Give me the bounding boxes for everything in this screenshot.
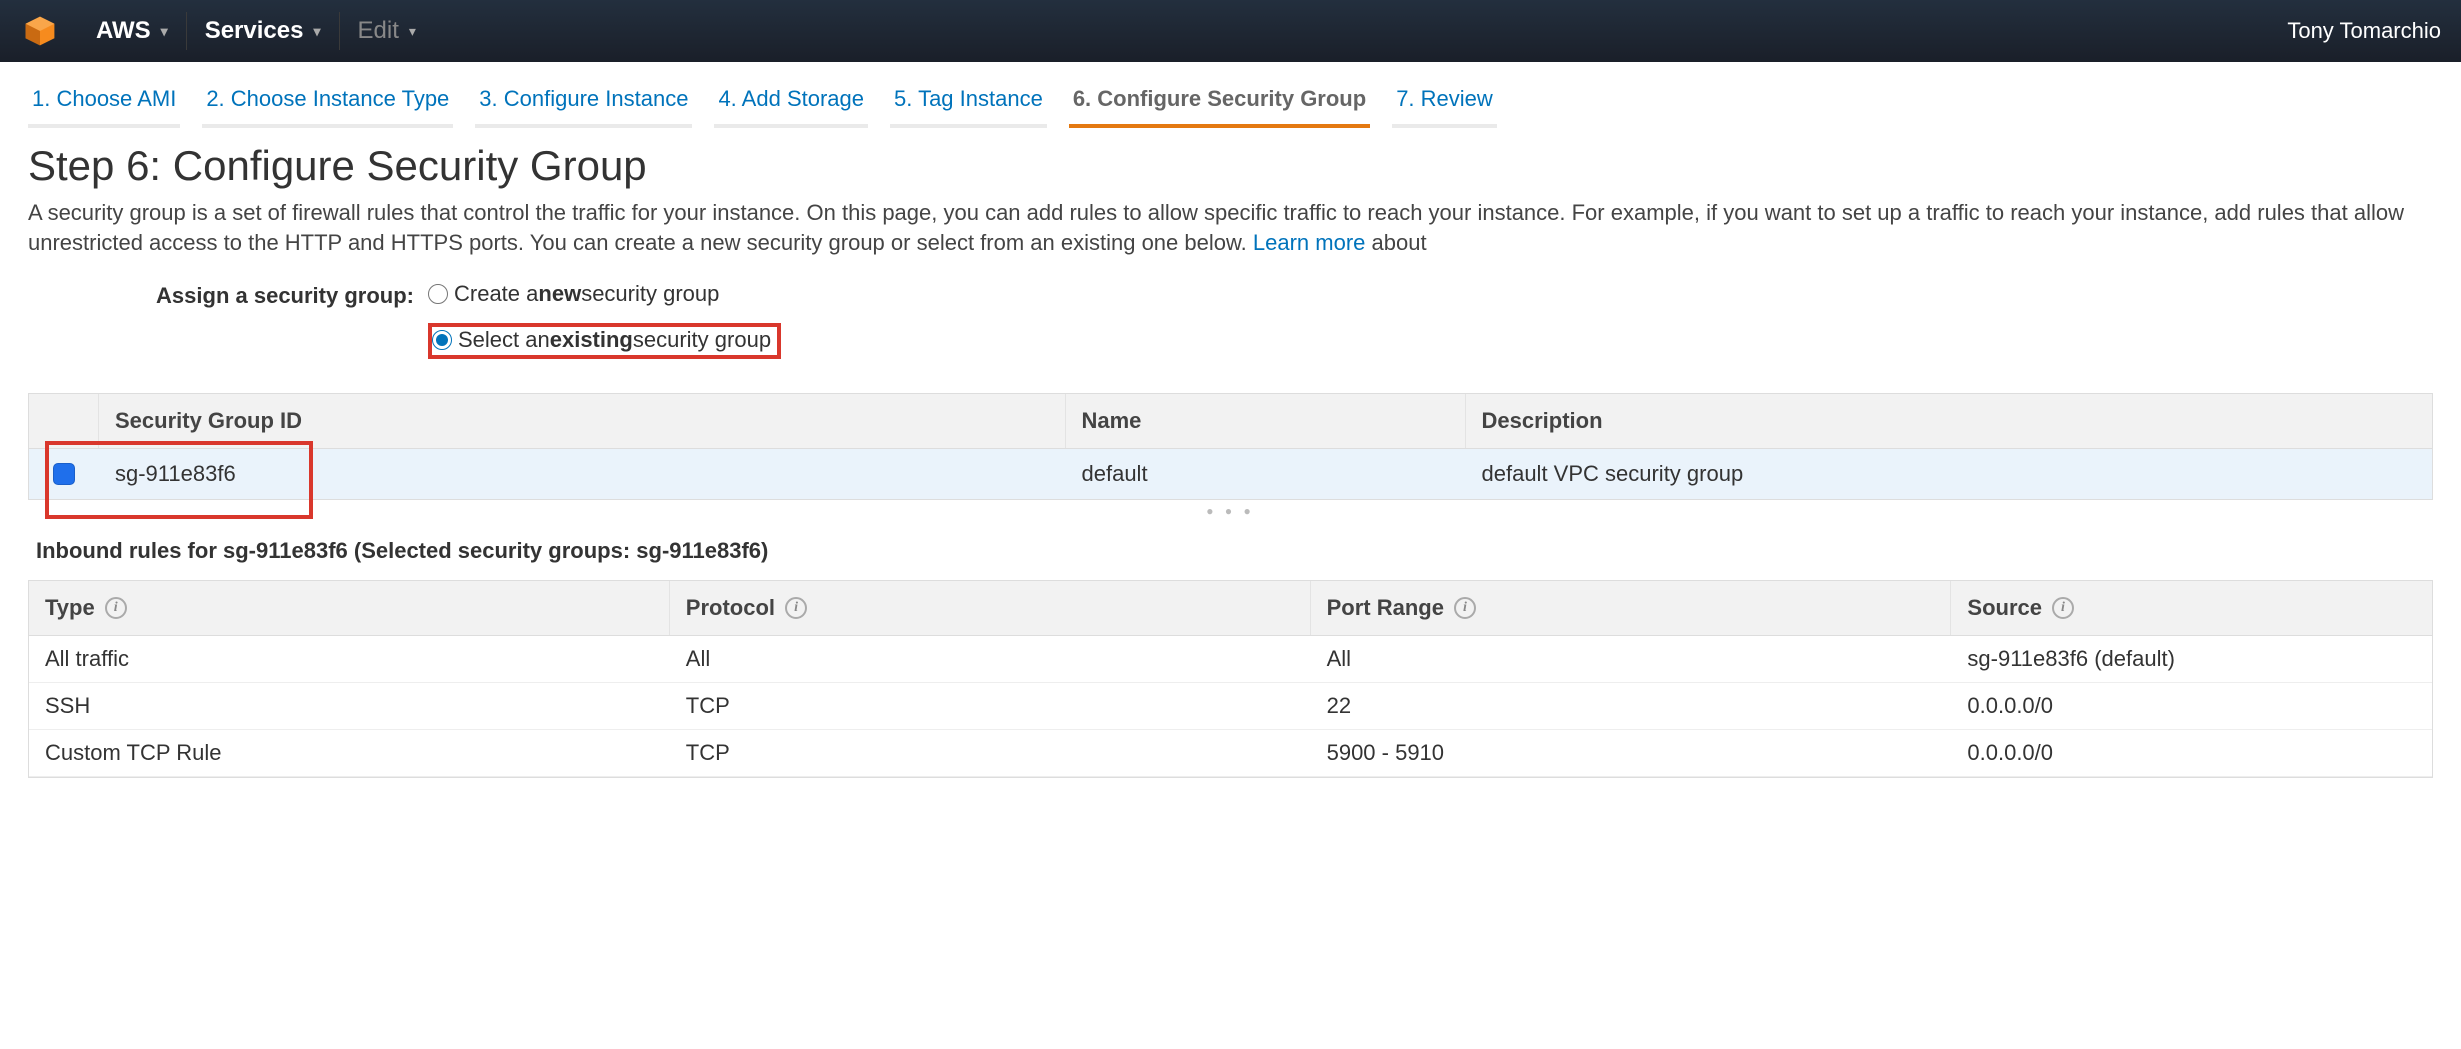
info-icon[interactable]: i bbox=[2052, 597, 2074, 619]
sg-col-name[interactable]: Name bbox=[1066, 394, 1466, 448]
rule-port: 22 bbox=[1311, 683, 1952, 729]
rule-source: 0.0.0.0/0 bbox=[1951, 683, 2432, 729]
wizard-step-label: 5. Tag Instance bbox=[894, 86, 1043, 111]
rules-table-header: Typei Protocoli Port Rangei Sourcei bbox=[29, 581, 2432, 636]
info-icon[interactable]: i bbox=[785, 597, 807, 619]
rules-col-type[interactable]: Typei bbox=[29, 581, 670, 635]
chevron-down-icon: ▾ bbox=[409, 23, 416, 40]
wizard-step-label: 3. Configure Instance bbox=[479, 86, 688, 111]
wizard-step-4[interactable]: 4. Add Storage bbox=[714, 76, 868, 128]
sg-row-checkbox-cell[interactable] bbox=[29, 449, 99, 499]
sg-row-desc: default VPC security group bbox=[1466, 449, 2433, 499]
wizard-step-1[interactable]: 1. Choose AMI bbox=[28, 76, 180, 128]
sg-row-id: sg-911e83f6 bbox=[99, 449, 1066, 499]
highlight-annotation: Select an existing security group bbox=[428, 323, 781, 359]
resize-grip-icon[interactable]: ● ● ● bbox=[28, 500, 2433, 522]
radio-text: security group bbox=[633, 327, 771, 353]
rule-type: All traffic bbox=[29, 636, 670, 682]
col-label: Source bbox=[1967, 595, 2042, 621]
radio-select-existing[interactable]: Select an existing security group bbox=[432, 327, 771, 353]
sg-row-name: default bbox=[1066, 449, 1466, 499]
rule-source: sg-911e83f6 (default) bbox=[1951, 636, 2432, 682]
rule-protocol: All bbox=[670, 636, 1311, 682]
rules-table-row: SSH TCP 22 0.0.0.0/0 bbox=[29, 683, 2432, 730]
nav-edit[interactable]: Edit ▾ bbox=[340, 17, 434, 45]
top-nav: AWS ▾ Services ▾ Edit ▾ Tony Tomarchio bbox=[0, 0, 2461, 62]
desc-text: A security group is a set of firewall ru… bbox=[28, 200, 2404, 255]
radio-text-bold: existing bbox=[550, 327, 633, 353]
sg-col-id[interactable]: Security Group ID bbox=[99, 394, 1066, 448]
inbound-rules-table: Typei Protocoli Port Rangei Sourcei All … bbox=[28, 580, 2433, 778]
wizard-step-6[interactable]: 6. Configure Security Group bbox=[1069, 76, 1370, 128]
wizard-step-7[interactable]: 7. Review bbox=[1392, 76, 1497, 128]
aws-logo-icon[interactable] bbox=[20, 11, 60, 51]
rules-table-row: Custom TCP Rule TCP 5900 - 5910 0.0.0.0/… bbox=[29, 730, 2432, 777]
sg-col-desc[interactable]: Description bbox=[1466, 394, 2433, 448]
learn-more-link[interactable]: Learn more bbox=[1253, 230, 1366, 255]
wizard-step-5[interactable]: 5. Tag Instance bbox=[890, 76, 1047, 128]
nav-services-label: Services bbox=[205, 17, 304, 45]
assign-label: Assign a security group: bbox=[28, 281, 428, 309]
rule-protocol: TCP bbox=[670, 683, 1311, 729]
info-icon[interactable]: i bbox=[105, 597, 127, 619]
chevron-down-icon: ▾ bbox=[161, 23, 168, 40]
security-group-table: Security Group ID Name Description sg-91… bbox=[28, 393, 2433, 500]
nav-services[interactable]: Services ▾ bbox=[187, 17, 339, 45]
radio-text: Create a bbox=[454, 281, 538, 307]
wizard-step-2[interactable]: 2. Choose Instance Type bbox=[202, 76, 453, 128]
col-label: Port Range bbox=[1327, 595, 1444, 621]
col-label: Type bbox=[45, 595, 95, 621]
nav-brand-label: AWS bbox=[96, 17, 151, 45]
wizard-step-label: 6. Configure Security Group bbox=[1073, 86, 1366, 111]
rules-col-protocol[interactable]: Protocol i bbox=[670, 581, 1311, 635]
nav-brand[interactable]: AWS ▾ bbox=[78, 17, 186, 45]
radio-create-new[interactable]: Create a new security group bbox=[428, 281, 2433, 307]
inbound-rules-title: Inbound rules for sg-911e83f6 (Selected … bbox=[28, 522, 2433, 580]
wizard-steps: 1. Choose AMI 2. Choose Instance Type 3.… bbox=[0, 62, 2461, 128]
chevron-down-icon: ▾ bbox=[313, 23, 320, 40]
rule-protocol: TCP bbox=[670, 730, 1311, 776]
radio-select-existing-input[interactable] bbox=[432, 330, 452, 350]
wizard-step-label: 4. Add Storage bbox=[718, 86, 864, 111]
assign-security-group: Assign a security group: Create a new se… bbox=[28, 281, 2433, 359]
desc-text-post: about bbox=[1365, 230, 1426, 255]
rule-type: Custom TCP Rule bbox=[29, 730, 670, 776]
sg-col-checkbox bbox=[29, 394, 99, 448]
nav-edit-label: Edit bbox=[358, 17, 399, 45]
checkbox-checked-icon[interactable] bbox=[53, 463, 75, 485]
sg-table-header: Security Group ID Name Description bbox=[29, 394, 2432, 449]
col-label: Protocol bbox=[686, 595, 775, 621]
wizard-step-label: 7. Review bbox=[1396, 86, 1493, 111]
rule-type: SSH bbox=[29, 683, 670, 729]
nav-user-label: Tony Tomarchio bbox=[2287, 18, 2441, 43]
rules-table-row: All traffic All All sg-911e83f6 (default… bbox=[29, 636, 2432, 683]
wizard-step-label: 2. Choose Instance Type bbox=[206, 86, 449, 111]
rule-source: 0.0.0.0/0 bbox=[1951, 730, 2432, 776]
rule-port: 5900 - 5910 bbox=[1311, 730, 1952, 776]
page-description: A security group is a set of firewall ru… bbox=[28, 198, 2433, 257]
rules-col-source[interactable]: Sourcei bbox=[1951, 581, 2432, 635]
rules-col-port[interactable]: Port Range i bbox=[1311, 581, 1952, 635]
rule-port: All bbox=[1311, 636, 1952, 682]
radio-create-new-input[interactable] bbox=[428, 284, 448, 304]
radio-text-bold: new bbox=[538, 281, 581, 307]
radio-text: Select an bbox=[458, 327, 550, 353]
nav-user[interactable]: Tony Tomarchio bbox=[2287, 18, 2441, 44]
wizard-step-3[interactable]: 3. Configure Instance bbox=[475, 76, 692, 128]
sg-table-row[interactable]: sg-911e83f6 default default VPC security… bbox=[29, 449, 2432, 499]
radio-text: security group bbox=[581, 281, 719, 307]
page-content: Step 6: Configure Security Group A secur… bbox=[0, 128, 2461, 806]
info-icon[interactable]: i bbox=[1454, 597, 1476, 619]
page-title: Step 6: Configure Security Group bbox=[28, 142, 2433, 190]
wizard-step-label: 1. Choose AMI bbox=[32, 86, 176, 111]
